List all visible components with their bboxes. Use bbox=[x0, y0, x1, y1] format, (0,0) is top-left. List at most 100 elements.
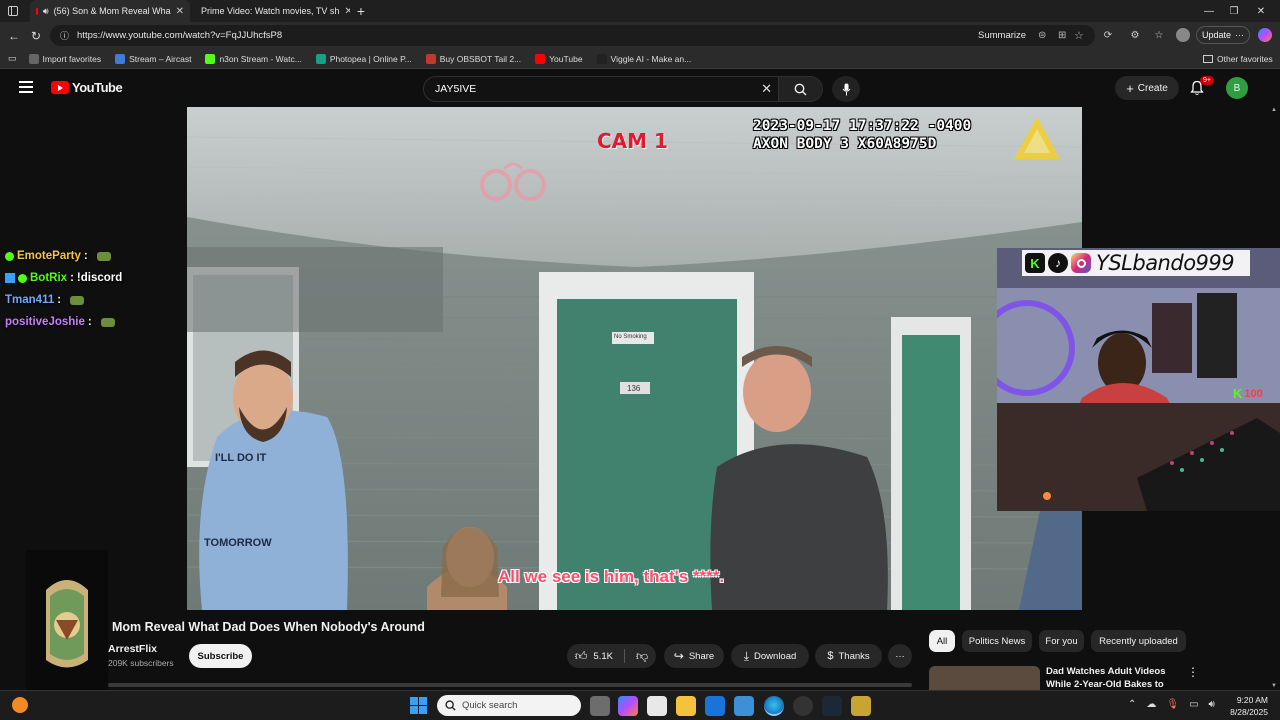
favorite-item[interactable]: Viggle AI - Make an... bbox=[596, 53, 692, 64]
like-button[interactable]: 👍︎ 5.1K bbox=[575, 649, 613, 664]
search-button[interactable] bbox=[778, 77, 822, 101]
apps-icon[interactable]: ⊞ bbox=[1058, 30, 1066, 41]
photos-icon[interactable] bbox=[734, 696, 754, 716]
url-field[interactable]: ⓘ https://www.youtube.com/watch?v=FqJJUh… bbox=[50, 25, 1095, 46]
youtube-header: YouTube JAY5IVE ✕ + Create 9+ B bbox=[0, 70, 1280, 106]
start-button[interactable] bbox=[410, 697, 427, 714]
notifications-button[interactable]: 9+ bbox=[1190, 76, 1214, 98]
chevron-up-icon[interactable]: ⌃ bbox=[1128, 699, 1136, 710]
favorites-icon[interactable]: ☆ bbox=[1150, 26, 1168, 44]
chat-username: positiveJoshie bbox=[5, 316, 85, 328]
store-icon[interactable] bbox=[647, 696, 667, 716]
collections-icon[interactable]: ▭ bbox=[8, 53, 17, 64]
favorite-label: Viggle AI - Make an... bbox=[610, 53, 692, 64]
back-icon[interactable]: ← bbox=[3, 25, 25, 47]
subscribe-button[interactable]: Subscribe bbox=[189, 644, 252, 668]
bot-badge-icon bbox=[5, 273, 15, 283]
profile-avatar-icon[interactable] bbox=[1174, 26, 1192, 44]
steam-icon[interactable] bbox=[822, 696, 842, 716]
translate-icon[interactable]: ⊜ bbox=[1038, 30, 1046, 41]
site-info-icon[interactable]: ⓘ bbox=[60, 29, 69, 42]
speaker-tray-icon[interactable]: 🔊︎ bbox=[1209, 699, 1215, 710]
door-number: 136 bbox=[627, 384, 641, 393]
puzzle-icon[interactable]: ⚙ bbox=[1126, 26, 1144, 44]
clear-search-icon[interactable]: ✕ bbox=[761, 81, 772, 97]
favorite-item[interactable]: YouTube bbox=[535, 53, 583, 64]
scroll-up-icon[interactable]: ▲ bbox=[1270, 107, 1278, 113]
summarize-button[interactable]: Summarize bbox=[978, 30, 1026, 41]
shirt-text-top: I'LL DO IT bbox=[215, 452, 267, 464]
other-favorites[interactable]: Other favorites bbox=[1203, 54, 1273, 64]
recommendation-menu-icon[interactable]: ⋮ bbox=[1187, 665, 1199, 679]
task-view-icon[interactable] bbox=[590, 696, 610, 716]
edge-icon[interactable] bbox=[764, 696, 784, 716]
create-button[interactable]: + Create bbox=[1115, 76, 1179, 100]
share-button[interactable]: ↪ Share bbox=[664, 644, 724, 668]
scroll-down-icon[interactable]: ▼ bbox=[1270, 683, 1278, 689]
update-button[interactable]: Update ··· bbox=[1196, 26, 1250, 44]
hamburger-menu-icon[interactable] bbox=[19, 81, 33, 93]
favorite-item[interactable]: Photopea | Online P... bbox=[315, 53, 412, 64]
extensions-icon[interactable]: ⟳ bbox=[1099, 26, 1117, 44]
horizontal-scrollbar[interactable] bbox=[108, 683, 912, 687]
youtube-logo[interactable]: YouTube bbox=[51, 80, 123, 95]
favorite-item[interactable]: Stream – Aircast bbox=[115, 53, 192, 64]
favorite-item[interactable]: Import favorites bbox=[28, 53, 101, 64]
download-button[interactable]: ⤓ Download bbox=[731, 644, 809, 668]
close-window-icon[interactable]: ✕ bbox=[1244, 0, 1278, 22]
chatgpt-icon[interactable] bbox=[793, 696, 813, 716]
filter-chip[interactable]: Recently uploaded bbox=[1091, 630, 1186, 652]
chat-username: EmoteParty bbox=[17, 250, 81, 262]
filter-chip[interactable]: All bbox=[929, 630, 955, 652]
cloud-icon[interactable]: ☁ bbox=[1146, 699, 1156, 710]
copilot-app-icon[interactable] bbox=[618, 696, 638, 716]
dislike-button[interactable]: 👎︎ bbox=[636, 649, 648, 664]
recommendation-title-line2[interactable]: While 2-Year-Old Bakes to bbox=[1046, 679, 1164, 690]
new-tab-icon[interactable]: + bbox=[350, 0, 372, 22]
microphone-tray-icon[interactable]: 🎙︎ bbox=[1166, 699, 1179, 710]
close-tab-icon[interactable]: ✕ bbox=[176, 6, 184, 17]
tab-actions-icon[interactable] bbox=[0, 0, 26, 22]
notification-badge: 9+ bbox=[1200, 76, 1214, 85]
chat-emote-icon bbox=[100, 317, 115, 327]
video-title: Mom Reveal What Dad Does When Nobody's A… bbox=[112, 620, 425, 634]
speaker-icon[interactable]: 🔊︎ bbox=[43, 6, 49, 17]
app-icon[interactable] bbox=[851, 696, 871, 716]
recommendation-card[interactable]: Dad Watches Adult Videos While 2-Year-Ol… bbox=[929, 663, 1269, 690]
favorite-label: Stream – Aircast bbox=[129, 53, 192, 64]
recommendation-title-line1[interactable]: Dad Watches Adult Videos bbox=[1046, 666, 1165, 677]
thanks-button[interactable]: $ Thanks bbox=[815, 644, 882, 668]
kick-small-icon: K bbox=[1233, 386, 1243, 401]
refresh-icon[interactable]: ↻ bbox=[25, 25, 47, 47]
voice-search-button[interactable] bbox=[832, 76, 860, 102]
search-input[interactable]: JAY5IVE ✕ bbox=[423, 76, 823, 102]
system-tray[interactable]: ⌃ ☁ 🎙︎ ▭ 🔊︎ bbox=[1128, 699, 1215, 710]
avatar-letter: B bbox=[1233, 82, 1241, 94]
tab-prime-video[interactable]: Prime Video: Watch movies, TV sh ✕ bbox=[190, 0, 350, 22]
windows-taskbar: Quick search ⌃ ☁ 🎙︎ ▭ 🔊︎ 9:20 AM 8/28/20… bbox=[0, 690, 1280, 720]
weather-icon[interactable] bbox=[12, 697, 28, 713]
outlook-icon[interactable] bbox=[705, 696, 725, 716]
filter-chip[interactable]: Politics News bbox=[962, 630, 1032, 652]
more-actions-button[interactable]: ··· bbox=[888, 644, 912, 668]
recommendation-thumbnail[interactable] bbox=[929, 666, 1040, 690]
account-avatar[interactable]: B bbox=[1226, 77, 1248, 99]
download-icon: ⤓ bbox=[743, 648, 750, 663]
favorite-star-icon[interactable]: ☆ bbox=[1074, 29, 1084, 42]
favorite-item[interactable]: n3on Stream - Watc... bbox=[205, 53, 302, 64]
taskbar-search[interactable]: Quick search bbox=[437, 695, 581, 716]
scrollbar[interactable]: ▲ ▼ bbox=[1270, 107, 1278, 689]
tab-youtube[interactable]: 🔊︎ (56) Son & Mom Reveal Wha ✕ bbox=[30, 0, 190, 22]
copilot-icon[interactable] bbox=[1256, 26, 1274, 44]
chat-username: BotRix bbox=[30, 272, 68, 284]
channel-name[interactable]: ArrestFlix bbox=[108, 643, 174, 655]
thumbs-up-icon: 👍︎ bbox=[574, 648, 588, 663]
video-player[interactable]: CAM 1 2023-09-17 17:37:22 -0400 AXON BOD… bbox=[187, 107, 1082, 610]
favorite-item[interactable]: Buy OBSBOT Tail 2... bbox=[425, 53, 521, 64]
file-explorer-icon[interactable] bbox=[676, 696, 696, 716]
more-icon: ··· bbox=[1235, 30, 1245, 40]
clock[interactable]: 9:20 AM 8/28/2025 bbox=[1222, 694, 1268, 718]
display-icon[interactable]: ▭ bbox=[1189, 699, 1198, 710]
filter-chip[interactable]: For you bbox=[1039, 630, 1084, 652]
favorite-label: YouTube bbox=[549, 53, 583, 64]
